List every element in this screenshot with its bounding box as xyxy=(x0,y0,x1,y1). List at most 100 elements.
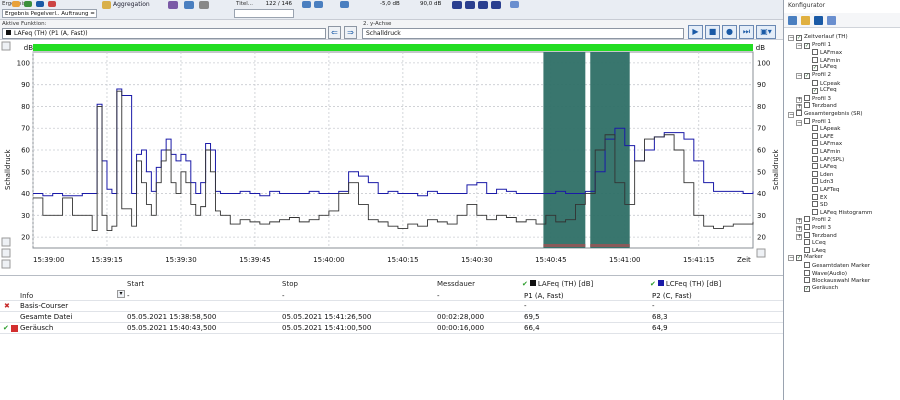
tree-checkbox[interactable] xyxy=(804,216,810,223)
copy-icon[interactable] xyxy=(827,16,836,25)
function-arrow-right-button[interactable]: ⇒ xyxy=(344,26,357,39)
tree-checkbox[interactable]: ✓ xyxy=(804,73,810,79)
tree-item[interactable]: − ✓ Marker xyxy=(788,254,823,262)
arrow-right-icon[interactable] xyxy=(314,1,323,8)
header-info[interactable]: Info xyxy=(20,292,33,300)
header-stop[interactable]: Stop xyxy=(282,280,298,288)
tree-item[interactable]: − ✓ Zeitverlauf (TH) xyxy=(788,34,848,41)
chart-canvas[interactable]: 2030405060708090100 2030405060708090100 … xyxy=(0,40,783,276)
view-icon-1[interactable] xyxy=(452,1,462,9)
check-icon[interactable]: ✔ xyxy=(3,324,9,332)
tree-checkbox[interactable] xyxy=(812,140,818,147)
tree-checkbox[interactable] xyxy=(812,49,818,56)
view-icon-2[interactable] xyxy=(465,1,475,9)
aggregation-icon[interactable] xyxy=(102,1,111,9)
title-input[interactable] xyxy=(234,9,294,18)
tree-expander[interactable]: − xyxy=(796,73,802,79)
filter-icon[interactable] xyxy=(788,16,797,25)
print-icon[interactable] xyxy=(199,1,209,9)
tree-checkbox[interactable] xyxy=(812,148,818,154)
scroll-left-button[interactable] xyxy=(1,248,11,258)
tree-checkbox[interactable] xyxy=(812,155,818,162)
tree-checkbox[interactable]: ✓ xyxy=(796,35,802,41)
info-filter-button[interactable]: ▾ xyxy=(117,290,125,298)
view-icon-3[interactable] xyxy=(478,1,488,9)
tree-checkbox[interactable] xyxy=(804,102,810,109)
zoom-icon[interactable] xyxy=(340,1,349,8)
view-icon-4[interactable] xyxy=(491,1,501,9)
tree-checkbox[interactable] xyxy=(812,186,818,192)
window-options-button[interactable]: ▣▾ xyxy=(756,25,776,39)
tree-checkbox[interactable] xyxy=(812,208,818,215)
tree-expander[interactable]: − xyxy=(788,35,794,41)
settings-icon[interactable] xyxy=(510,1,519,8)
record-button[interactable]: ● xyxy=(722,25,737,39)
function-arrow-left-button[interactable]: ⇐ xyxy=(328,26,341,39)
tree-checkbox[interactable] xyxy=(804,231,810,238)
record-icon[interactable] xyxy=(48,1,56,7)
header-start[interactable]: Start xyxy=(127,280,144,288)
tree-item[interactable]: ✓ Geräusch xyxy=(796,285,838,292)
tree-item[interactable]: − ✓ Profil 1 xyxy=(796,42,831,49)
tree-checkbox[interactable] xyxy=(812,193,818,200)
tree-item[interactable]: − ✓ Profil 2 xyxy=(796,72,831,79)
scroll-down-button[interactable] xyxy=(1,259,11,269)
tree-item[interactable]: ✓ LAFeq xyxy=(804,64,837,72)
tree-expander[interactable]: − xyxy=(788,112,794,118)
tree-checkbox[interactable]: ✓ xyxy=(796,255,802,262)
tree-expander[interactable]: − xyxy=(788,255,794,262)
tree-checkbox[interactable]: ✓ xyxy=(812,88,818,95)
tree-checkbox[interactable]: ✓ xyxy=(812,65,818,72)
results-dropdown[interactable]: Ergebnis Pegelverl.. Auftraung = 10 xyxy=(2,9,97,18)
folder-icon[interactable] xyxy=(12,1,20,7)
export-icon[interactable] xyxy=(184,1,194,9)
tree-checkbox[interactable] xyxy=(812,56,818,63)
arrow-left-icon[interactable] xyxy=(302,1,311,8)
tree-item-label: LAF(SPL) xyxy=(820,156,845,163)
tree-checkbox[interactable] xyxy=(812,170,818,177)
tree-checkbox[interactable] xyxy=(812,178,818,185)
row2-info[interactable]: Gesamte Datei xyxy=(20,313,72,321)
row1-info[interactable]: Basis-Courser xyxy=(20,302,68,310)
save-icon[interactable] xyxy=(36,1,44,7)
chart-tool-icon[interactable] xyxy=(168,1,178,9)
time-history-chart[interactable]: 20 30 40 50 60 70 80 90 100 20 30 40 50 60 70 80 90 100 … xyxy=(0,40,783,276)
close-icon[interactable]: ✖ xyxy=(4,302,10,310)
tree-checkbox[interactable] xyxy=(812,132,818,139)
tree-item[interactable]: ✓ LCFeq xyxy=(804,87,837,95)
next-button[interactable]: ⏭ xyxy=(739,25,754,39)
stop-button[interactable]: ■ xyxy=(705,25,720,39)
scroll-right-button[interactable] xyxy=(756,248,766,258)
aggregation-button[interactable]: Aggregation xyxy=(113,1,150,8)
tree-checkbox[interactable] xyxy=(804,224,810,230)
y-axis-select[interactable]: Schalldruck xyxy=(362,28,684,39)
tree-checkbox[interactable] xyxy=(796,110,802,116)
tree-expander[interactable]: − xyxy=(796,119,802,126)
active-function-select[interactable]: LAFeq (TH) (P1 (A, Fast)) xyxy=(2,28,326,39)
row3-info[interactable]: Geräusch xyxy=(20,324,53,332)
header-col2[interactable]: ✔ LCFeq (TH) [dB] xyxy=(650,280,721,288)
tree-checkbox[interactable] xyxy=(812,125,818,132)
tree-checkbox[interactable] xyxy=(804,239,810,246)
arrow-down-icon[interactable] xyxy=(24,1,32,7)
save-icon[interactable] xyxy=(814,16,823,25)
tree-checkbox[interactable] xyxy=(804,277,810,284)
tree-checkbox[interactable] xyxy=(804,94,810,101)
tree-checkbox[interactable] xyxy=(812,163,818,170)
header-duration[interactable]: Messdauer xyxy=(437,280,475,288)
tree-checkbox[interactable] xyxy=(804,269,810,276)
tree-checkbox[interactable]: ✓ xyxy=(804,42,810,49)
header-col1[interactable]: ✔ LAFeq (TH) [dB] xyxy=(522,280,593,288)
tree-checkbox[interactable] xyxy=(804,246,810,253)
tree-checkbox[interactable] xyxy=(804,262,810,268)
tree-expander[interactable]: − xyxy=(796,42,802,49)
folder-icon[interactable] xyxy=(801,16,810,25)
tree-checkbox[interactable] xyxy=(812,79,818,86)
y-tick-label: 60 xyxy=(21,147,30,155)
tree-checkbox[interactable] xyxy=(804,117,810,124)
tree-checkbox[interactable] xyxy=(812,201,818,208)
zoom-in-button[interactable] xyxy=(1,41,11,51)
play-button[interactable]: ▶ xyxy=(688,25,703,39)
tree-checkbox[interactable]: ✓ xyxy=(804,285,810,292)
zoom-out-button[interactable] xyxy=(1,237,11,247)
